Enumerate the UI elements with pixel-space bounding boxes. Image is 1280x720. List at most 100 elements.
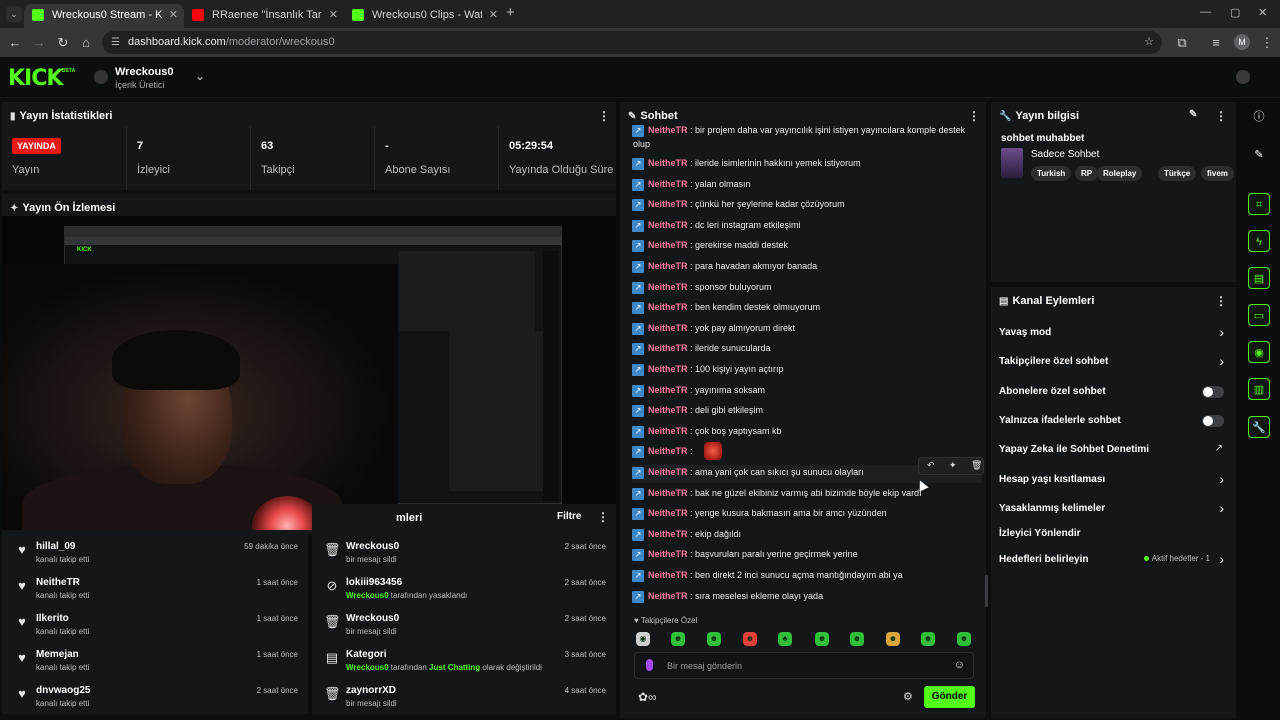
- chat-username[interactable]: NeitheTR: [648, 158, 688, 168]
- emote-icon[interactable]: ☻: [886, 632, 900, 646]
- emote-icon[interactable]: ☻: [921, 632, 935, 646]
- chat-message[interactable]: ↗ NeitheTR: sponsor buluyorum: [632, 280, 982, 298]
- more-icon[interactable]: ⋮: [1215, 294, 1227, 308]
- close-icon[interactable]: ✕: [169, 4, 178, 26]
- edit-icon[interactable]: ✎: [1189, 109, 1197, 120]
- chat-username[interactable]: NeitheTR: [648, 426, 688, 436]
- chat-scrollbar[interactable]: [985, 575, 988, 607]
- channel-name[interactable]: Wreckous0: [115, 66, 174, 78]
- bookmark-star-icon[interactable]: ☆: [1144, 31, 1154, 54]
- emoji-icon[interactable]: ☺: [954, 659, 965, 671]
- chat-username[interactable]: NeitheTR: [648, 323, 688, 333]
- chat-username[interactable]: NeitheTR: [648, 488, 688, 498]
- profile-avatar[interactable]: M: [1234, 34, 1250, 50]
- chat-message[interactable]: ↗ NeitheTR: başvuruları paralı yerine geç…: [632, 547, 982, 565]
- chat-username[interactable]: NeitheTR: [648, 240, 688, 250]
- browser-tab-dashboard[interactable]: Wreckous0 Stream - Kick Dashb ✕: [24, 4, 184, 28]
- chat-message[interactable]: ↗ NeitheTR: yayınıma soksam: [632, 383, 982, 401]
- lightning-icon[interactable]: ϟ: [1248, 230, 1270, 252]
- chat-username[interactable]: NeitheTR: [648, 405, 688, 415]
- chat-message[interactable]: ↗ NeitheTR: dc leri instagram etkileşimi: [632, 218, 982, 236]
- viewer-redirect-row[interactable]: İzleyici Yönlendir: [991, 523, 1236, 547]
- chat-message[interactable]: ↗ NeitheTR: sıra meselesi ekleme olayı ya…: [632, 589, 982, 607]
- chat-message[interactable]: ↗ NeitheTR: çünkü her şeylerine kadar çöz…: [632, 197, 982, 215]
- minimize-icon[interactable]: —: [1200, 6, 1211, 18]
- more-icon[interactable]: ⋮: [968, 109, 980, 123]
- browser-tab-clips[interactable]: Wreckous0 Clips - Watch Live c ✕: [344, 4, 504, 28]
- follower-name[interactable]: hillal_09: [36, 541, 75, 552]
- close-icon[interactable]: ✕: [489, 4, 498, 26]
- actor-name[interactable]: Wreckous0: [346, 613, 399, 624]
- chat-username[interactable]: NeitheTR: [648, 570, 688, 580]
- chat-message[interactable]: ↗ NeitheTR: yalan olmasın: [632, 177, 982, 195]
- chat-username[interactable]: NeitheTR: [648, 199, 688, 209]
- emote-icon[interactable]: ♣: [778, 632, 792, 646]
- chat-input-box[interactable]: ☺: [634, 652, 974, 679]
- chat-bubble-icon[interactable]: ▭: [1248, 304, 1270, 326]
- new-tab-icon[interactable]: +: [506, 4, 515, 21]
- chat-input[interactable]: [667, 658, 927, 674]
- chat-message[interactable]: ↗ NeitheTR: 100 kişiyi yayın açtırıp: [632, 362, 982, 380]
- pin-icon[interactable]: ✦: [949, 460, 957, 471]
- list-icon[interactable]: ▤: [1248, 267, 1270, 289]
- filter-button[interactable]: Filtre: [557, 511, 581, 522]
- back-icon[interactable]: ←: [6, 34, 24, 52]
- chat-username[interactable]: NeitheTR: [648, 529, 688, 539]
- actor-name[interactable]: Wreckous0: [346, 541, 399, 552]
- chat-username[interactable]: NeitheTR: [648, 125, 688, 135]
- clip-icon[interactable]: ⌗: [1248, 193, 1270, 215]
- chat-message[interactable]: ↗ NeitheTR: ileride sunucularda: [632, 341, 982, 359]
- chat-message[interactable]: ↗ NeitheTR: gerekirse maddi destek: [632, 238, 982, 256]
- stream-preview-video[interactable]: KICK: [2, 216, 616, 530]
- tag[interactable]: RP: [1075, 166, 1099, 181]
- reading-list-icon[interactable]: ≡: [1207, 34, 1225, 52]
- more-icon[interactable]: ⋮: [1215, 109, 1227, 123]
- chat-username[interactable]: NeitheTR: [648, 508, 688, 518]
- close-window-icon[interactable]: ✕: [1258, 6, 1267, 19]
- emote-icon[interactable]: ☻: [957, 632, 971, 646]
- maximize-icon[interactable]: ▢: [1230, 6, 1240, 19]
- delete-icon[interactable]: 🗑: [971, 460, 982, 471]
- actor-name[interactable]: lokiii963456: [346, 577, 402, 588]
- actor-name[interactable]: zaynorrXD: [346, 685, 396, 696]
- chat-message[interactable]: ↗ NeitheTR: deli gibi etkileşim: [632, 403, 982, 421]
- chat-username[interactable]: NeitheTR: [648, 179, 688, 189]
- emote-icon[interactable]: ☻: [815, 632, 829, 646]
- chat-username[interactable]: NeitheTR: [648, 261, 688, 271]
- category-name[interactable]: Sadece Sohbet: [1031, 149, 1099, 160]
- follower-name[interactable]: Memejan: [36, 649, 79, 660]
- follower-name[interactable]: NeitheTR: [36, 577, 80, 588]
- follower-name[interactable]: dnvwaog25: [36, 685, 90, 696]
- chat-username[interactable]: NeitheTR: [648, 467, 688, 477]
- more-icon[interactable]: ⋮: [598, 109, 610, 123]
- set-goals-row[interactable]: Hedefleri belirleyin Aktif hedefler - 1 …: [991, 549, 1236, 573]
- browser-tab-youtube[interactable]: RRaenee "İnsanlık Tarihinin En ✕: [184, 4, 344, 28]
- address-bar[interactable]: ☰ dashboard.kick.com/moderator/wreckous0…: [102, 31, 1162, 54]
- site-info-icon[interactable]: ☰: [111, 31, 120, 54]
- chat-username[interactable]: NeitheTR: [648, 282, 688, 292]
- emote-icon[interactable]: ☻: [850, 632, 864, 646]
- forward-icon[interactable]: →: [30, 34, 48, 52]
- chat-username[interactable]: NeitheTR: [648, 364, 688, 374]
- chat-message[interactable]: ↗ NeitheTR: ekip dağıldı: [632, 527, 982, 545]
- chat-message[interactable]: ↗ NeitheTR: bir projem daha var yayıncılı…: [632, 123, 972, 151]
- tag[interactable]: Turkish: [1031, 166, 1072, 181]
- panel-icon[interactable]: ▥: [1248, 378, 1270, 400]
- extensions-icon[interactable]: ⧉: [1173, 34, 1191, 52]
- followers-only-row[interactable]: Takipçilere özel sohbet ›: [991, 351, 1236, 375]
- ai-moderation-row[interactable]: Yapay Zeka ile Sohbet Denetimi ↗: [991, 439, 1236, 463]
- browser-menu-icon[interactable]: ⋮: [1258, 34, 1276, 52]
- chat-username[interactable]: NeitheTR: [648, 302, 688, 312]
- actor-name[interactable]: Kategori: [346, 649, 387, 660]
- subs-only-toggle[interactable]: [1202, 386, 1224, 398]
- user-avatar[interactable]: [1236, 70, 1250, 84]
- chat-username[interactable]: NeitheTR: [648, 591, 688, 601]
- chat-message[interactable]: ↗ NeitheTR: yenge kusura bakmasın ama bir…: [632, 506, 982, 524]
- chat-message[interactable]: ↗ NeitheTR: ben kendim destek olmıuyorum: [632, 300, 982, 318]
- kick-logo[interactable]: KICK: [8, 66, 63, 91]
- reload-icon[interactable]: ↻: [54, 34, 72, 52]
- tag[interactable]: fivem: [1201, 166, 1234, 181]
- microphone-icon[interactable]: [646, 659, 653, 671]
- banned-words-row[interactable]: Yasaklanmış kelimeler ›: [991, 498, 1236, 522]
- slow-mode-row[interactable]: Yavaş mod ›: [991, 322, 1236, 346]
